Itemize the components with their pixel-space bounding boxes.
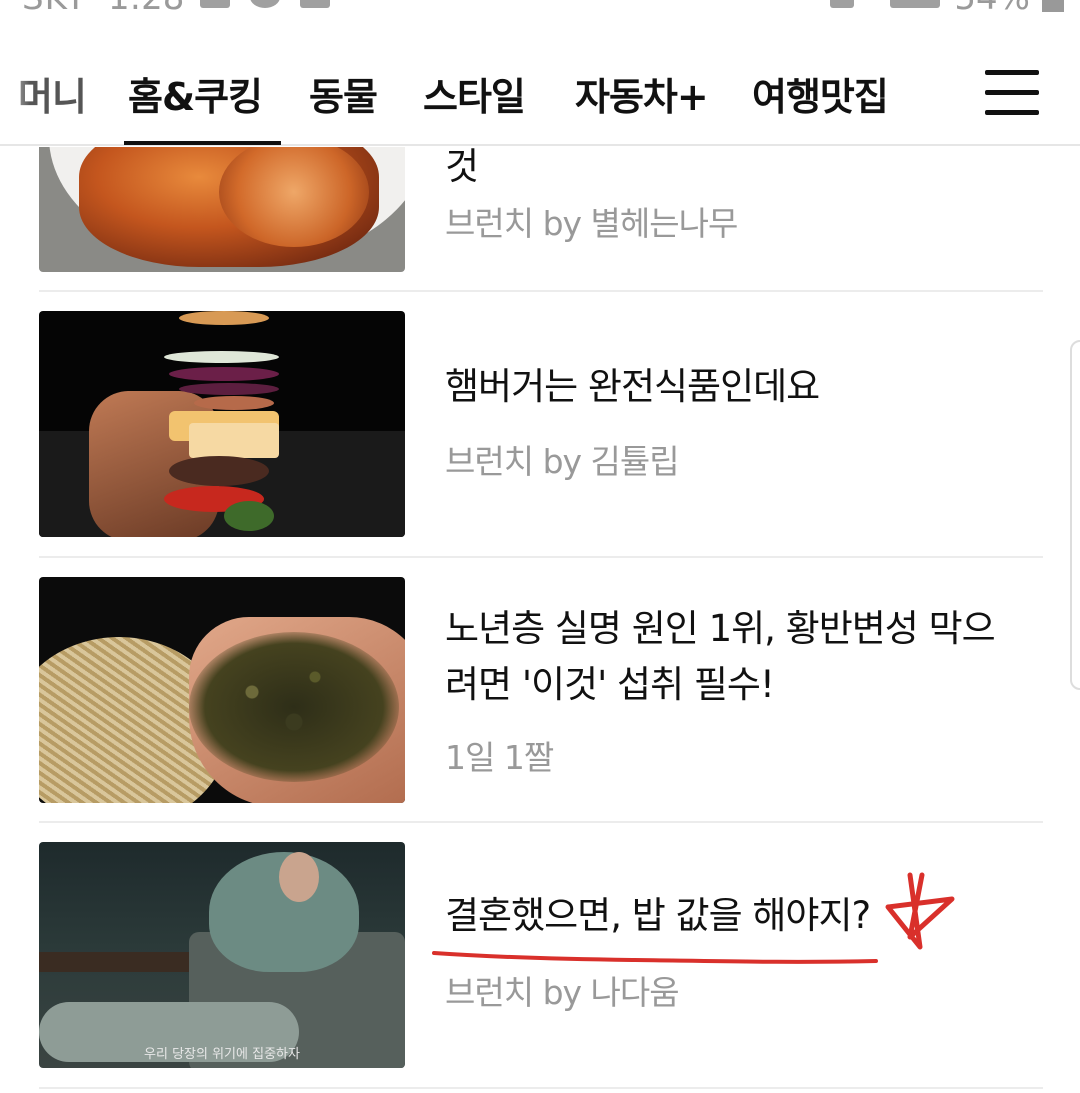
left-scroll-fade: [0, 40, 30, 144]
clock: 1:28: [108, 0, 184, 18]
article-source: 브런치 by 김튤립: [445, 442, 680, 481]
tab-car[interactable]: 자동차+: [575, 66, 709, 121]
red-underline-annotation: [432, 951, 878, 964]
menu-button[interactable]: [985, 70, 1039, 116]
article-title: 것: [445, 147, 479, 188]
article-source: 1일 1짤: [445, 738, 554, 777]
article-source: 브런치 by 별헤는나무: [445, 204, 738, 243]
tab-home-cooking[interactable]: 홈&쿠킹: [128, 66, 263, 121]
edge-panel-handle[interactable]: [1070, 340, 1080, 690]
image-icon: [200, 0, 230, 8]
battery-percent: 54%: [954, 0, 1030, 18]
article-thumbnail-herbs: [39, 577, 405, 803]
screen: SKT 1:28 54% 머니 홈&쿠킹 동물 스타일 자동차+ 여행맛집: [0, 0, 1080, 1093]
divider: [39, 821, 1043, 823]
tab-travel-food[interactable]: 여행맛집: [752, 66, 889, 121]
tab-style[interactable]: 스타일: [423, 66, 526, 121]
tab-animals[interactable]: 동물: [309, 66, 378, 121]
screenshot-icon: [300, 0, 330, 8]
right-scroll-fade: [930, 40, 970, 144]
divider: [39, 290, 1043, 292]
eye-icon: [250, 0, 280, 8]
category-tab-bar: 머니 홈&쿠킹 동물 스타일 자동차+ 여행맛집: [0, 40, 1080, 146]
status-bar: SKT 1:28 54%: [0, 0, 1080, 18]
red-star-annotation: [885, 872, 955, 950]
carrier-label: SKT: [22, 0, 87, 18]
article-thumbnail-hamburger: [39, 311, 405, 537]
article-thumbnail-kimchi: [39, 147, 405, 272]
divider: [39, 556, 1043, 558]
mute-icon: [830, 0, 854, 8]
battery-icon: [1042, 0, 1064, 12]
divider: [39, 1087, 1043, 1089]
article-thumbnail-drama-scene: 우리 당장의 위기에 집중하자: [39, 842, 405, 1068]
article-source: 브런치 by 나다움: [445, 973, 680, 1012]
signal-icon: [890, 0, 940, 8]
article-title: 결혼했으면, 밥 값을 해야지?: [445, 894, 871, 937]
article-title: 햄버거는 완전식품인데요: [445, 365, 820, 408]
active-tab-indicator: [124, 141, 281, 145]
article-title: 노년층 실명 원인 1위, 황반변성 막으 려면 '이것' 섭취 필수!: [445, 607, 996, 706]
hamburger-icon: [985, 70, 1039, 75]
thumbnail-caption: 우리 당장의 위기에 집중하자: [144, 1047, 300, 1062]
